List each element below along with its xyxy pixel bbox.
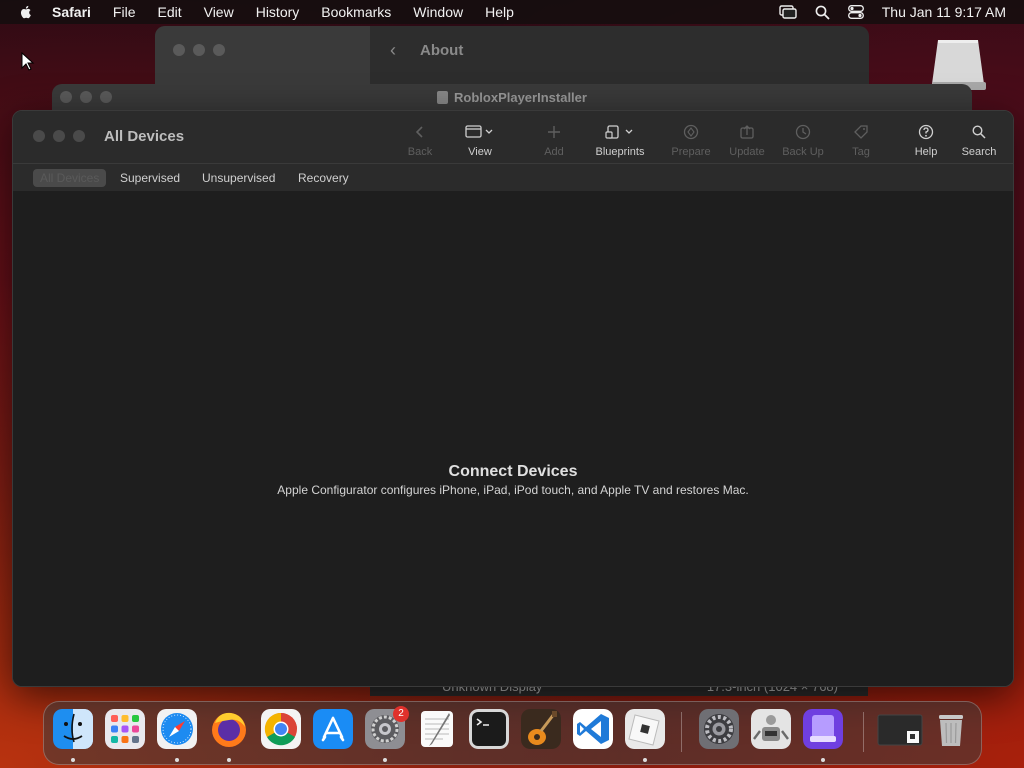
prepare-icon [683,124,699,140]
toolbar-blueprints-label: Blueprints [595,146,645,158]
about-window-controls [173,44,225,56]
toolbar-backup-label: Back Up [782,146,824,158]
update-icon [740,125,754,139]
toolbar-search-button[interactable]: Search [958,121,1000,158]
menu-bar: Safari File Edit View History Bookmarks … [0,0,1024,24]
installer-window-title: RobloxPlayerInstaller [52,90,972,105]
roblox-running-indicator [643,758,647,762]
menu-file[interactable]: File [113,4,136,20]
toolbar-back-label: Back [407,146,433,158]
roblox-icon[interactable] [625,709,665,749]
minimized-window-icon[interactable] [877,709,923,749]
dock-separator [681,712,682,752]
apple-configurator-running-indicator [821,758,825,762]
textedit-icon[interactable] [417,709,457,749]
safari-icon[interactable] [157,709,197,749]
spotlight-search-icon[interactable] [815,5,830,20]
plus-icon [548,126,560,138]
toolbar-back-button[interactable]: Back [402,121,438,158]
automator-icon[interactable] [751,709,791,749]
zoom-button[interactable] [213,44,225,56]
zoom-button[interactable] [73,130,85,142]
window-controls [33,130,85,142]
toolbar-help-button[interactable]: Help [908,121,944,158]
search-icon [972,125,986,139]
toolbar-prepare-label: Prepare [671,146,711,158]
vscode-icon[interactable] [573,709,613,749]
chrome-icon[interactable] [261,709,301,749]
apple-logo-icon[interactable] [18,4,34,20]
toolbar-tag-button[interactable]: Tag [843,121,879,158]
finder-icon[interactable] [53,709,93,749]
garageband-icon[interactable] [521,709,561,749]
filter-unsupervised[interactable]: Unsupervised [195,169,282,187]
close-button[interactable] [33,130,45,142]
help-icon [918,124,934,140]
menu-bookmarks[interactable]: Bookmarks [321,4,391,20]
menu-app-name[interactable]: Safari [52,4,91,20]
menu-view[interactable]: View [204,4,234,20]
filter-supervised[interactable]: Supervised [113,169,187,187]
chevron-left-icon[interactable]: ‹ [390,40,396,61]
toolbar-blueprints-button[interactable]: Blueprints [591,121,649,158]
toolbar-view-label: View [468,146,492,158]
menu-window[interactable]: Window [413,4,463,20]
toolbar-update-label: Update [729,146,765,158]
firefox-icon[interactable] [209,709,249,749]
firefox-running-indicator [227,758,231,762]
chevron-left-icon [415,126,423,138]
app-store-icon[interactable] [313,709,353,749]
window-toolbar: All Devices Back View Add Blueprints Pre… [13,111,1013,163]
toolbar-prepare-button[interactable]: Prepare [668,121,714,158]
terminal-icon[interactable] [469,709,509,749]
system-preferences-running-indicator [383,758,387,762]
toolbar-add-button[interactable]: Add [536,121,572,158]
filter-all-devices[interactable]: All Devices [33,169,107,187]
blueprints-icon [605,125,633,139]
document-icon [437,91,449,104]
notification-badge: 2 [393,706,409,722]
toolbar-tag-label: Tag [852,146,870,158]
finder-running-indicator [71,758,75,762]
menu-clock[interactable]: Thu Jan 11 9:17 AM [882,4,1006,20]
menu-history[interactable]: History [256,4,300,20]
about-window-title: About [420,42,464,59]
menu-help[interactable]: Help [485,4,514,20]
trash-icon[interactable] [931,709,971,749]
empty-state-title: Connect Devices [448,463,578,480]
minimize-button[interactable] [193,44,205,56]
safari-running-indicator [175,758,179,762]
dock-separator [863,712,864,752]
window-title: All Devices [104,128,185,145]
toolbar-help-label: Help [914,146,938,158]
tag-icon [854,125,868,139]
empty-state-subtitle: Apple Configurator configures iPhone, iP… [277,483,749,497]
close-button[interactable] [173,44,185,56]
installer-title-text: RobloxPlayerInstaller [454,90,587,105]
toolbar-search-label: Search [961,146,997,158]
screen-mirroring-icon[interactable] [779,5,797,19]
toolbar-backup-button[interactable]: Back Up [778,121,828,158]
toolbar-update-button[interactable]: Update [725,121,769,158]
filter-recovery[interactable]: Recovery [291,169,356,187]
menu-edit[interactable]: Edit [157,4,181,20]
apple-configurator-icon[interactable] [803,709,843,749]
view-icon [465,125,493,138]
apple-configurator-window[interactable]: All Devices Back View Add Blueprints Pre… [12,110,1014,687]
minimize-button[interactable] [53,130,65,142]
dock: 2 [43,701,982,765]
mouse-cursor-icon [21,52,35,71]
control-center-icon[interactable] [847,5,864,19]
device-list-area[interactable]: Connect Devices Apple Configurator confi… [13,191,1013,686]
system-settings-icon[interactable] [699,709,739,749]
toolbar-add-label: Add [544,146,564,158]
filter-bar: All Devices Supervised Unsupervised Reco… [13,163,1013,192]
backup-icon [795,124,811,140]
launchpad-icon[interactable] [105,709,145,749]
toolbar-view-button[interactable]: View [457,121,503,158]
